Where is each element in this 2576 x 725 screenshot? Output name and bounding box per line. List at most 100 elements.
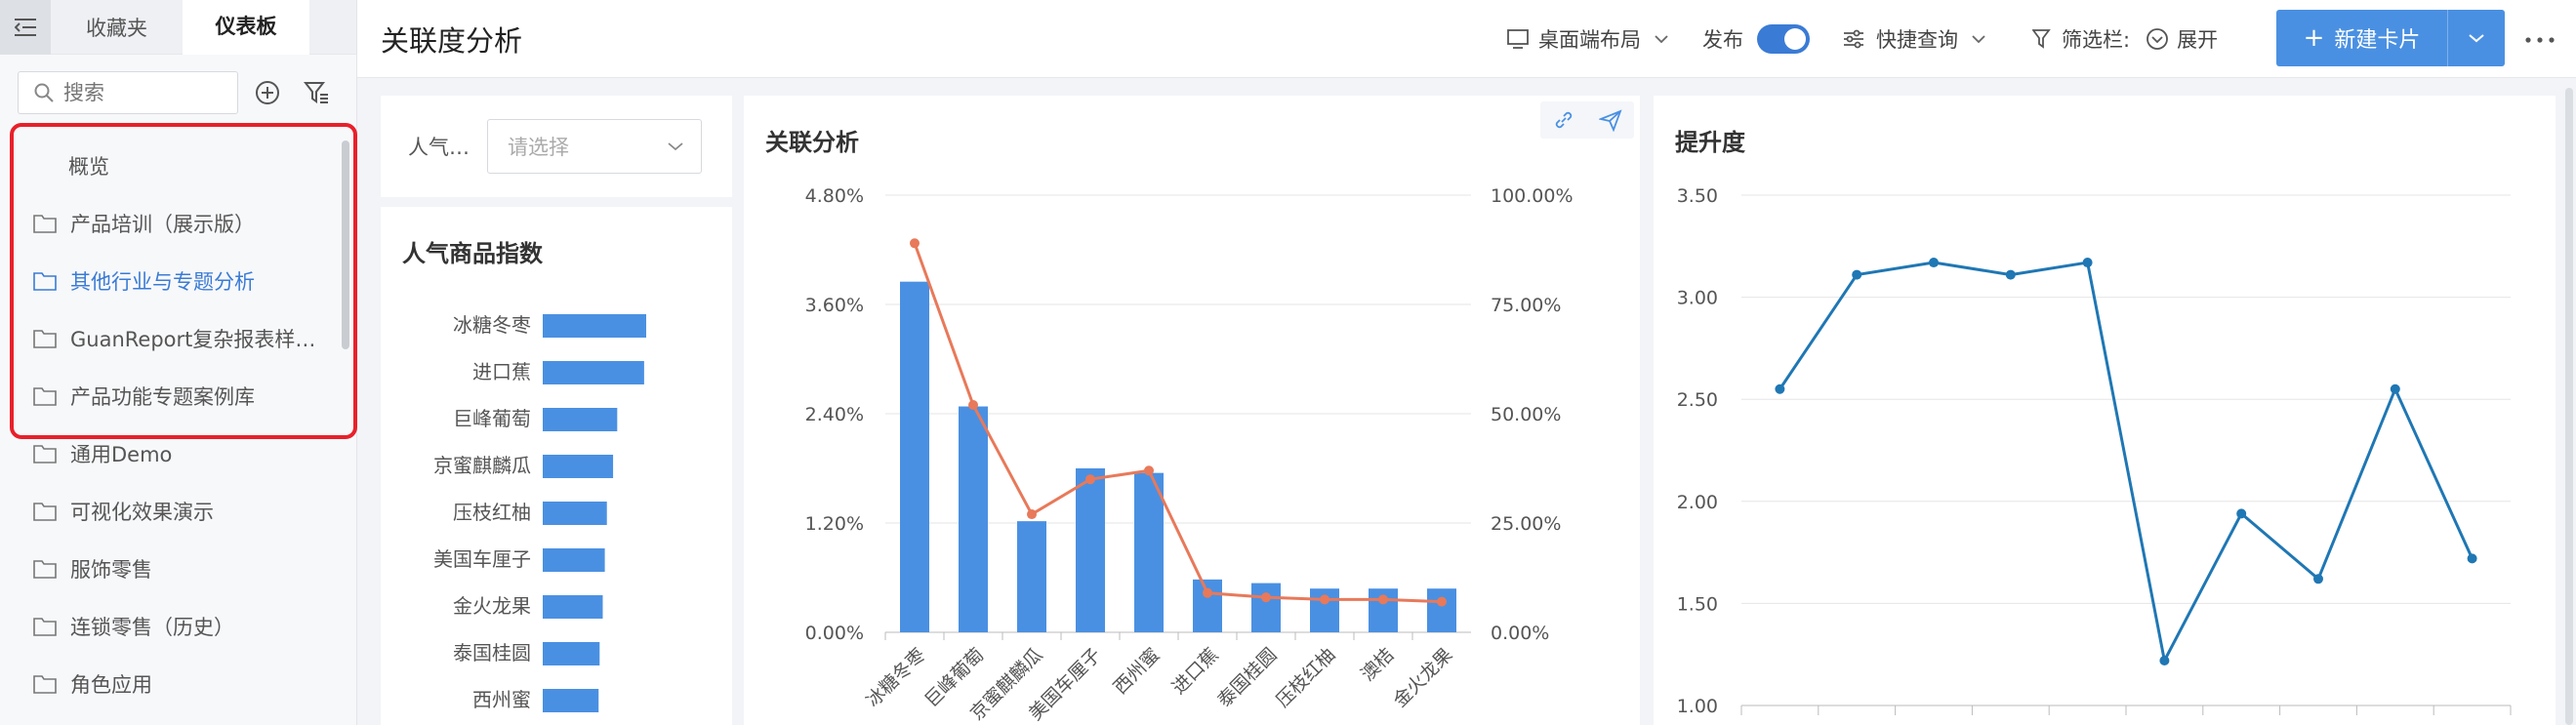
y-tick-label: 2.50 bbox=[1677, 389, 1718, 411]
new-card-button-group: + 新建卡片 bbox=[2276, 10, 2505, 66]
line-point bbox=[1027, 509, 1037, 520]
sidebar-item-label: 角色应用 bbox=[70, 672, 152, 697]
filter-icon bbox=[304, 82, 328, 103]
bar-category-label: 美国车厘子 bbox=[433, 547, 531, 571]
association-chart: 0.00% 1.20% 2.40% 3.60% 4.80% 0.00% 25.00% 50.0… bbox=[805, 185, 1574, 725]
line-point bbox=[2159, 655, 2170, 665]
line-point bbox=[2313, 574, 2323, 584]
chevron-circle-down-icon[interactable] bbox=[2146, 27, 2169, 51]
collapse-menu-button[interactable] bbox=[0, 0, 51, 55]
add-circle-icon bbox=[256, 81, 279, 104]
filter-label: 人气… bbox=[408, 136, 470, 159]
search-input[interactable] bbox=[63, 81, 220, 104]
line-point bbox=[1852, 269, 1862, 280]
x-tick-label: 冰糖冬枣 bbox=[862, 644, 929, 711]
more-options-button[interactable] bbox=[2522, 25, 2557, 55]
sidebar-item-label: 产品功能专题案例库 bbox=[70, 384, 255, 409]
search-icon bbox=[34, 83, 54, 102]
bar-category-label: 压枝红柚 bbox=[453, 501, 531, 524]
x-tick-label: 澳桔 bbox=[1357, 644, 1398, 685]
y-tick-label-right: 100.00% bbox=[1491, 185, 1574, 207]
folder-icon bbox=[33, 385, 59, 407]
line-point bbox=[1261, 592, 1271, 603]
sidebar-item-guanreport[interactable]: GuanReport复杂报表样… bbox=[0, 309, 357, 367]
tab-dashboard[interactable]: 仪表板 bbox=[183, 0, 309, 55]
tab-favorites[interactable]: 收藏夹 bbox=[51, 0, 183, 55]
sidebar-item-label: 连锁零售（历史） bbox=[70, 615, 234, 639]
new-card-button[interactable]: + 新建卡片 bbox=[2276, 10, 2448, 66]
line-point bbox=[910, 238, 920, 249]
sliders-icon bbox=[1844, 29, 1863, 48]
y-tick-label: 3.50 bbox=[1677, 185, 1718, 207]
bar bbox=[543, 642, 600, 665]
x-tick-label: 压枝红柚 bbox=[1272, 644, 1339, 711]
bar-category-label: 京蜜麒麟瓜 bbox=[433, 454, 531, 477]
line-point bbox=[968, 400, 978, 411]
line-point bbox=[2467, 553, 2477, 564]
x-tick-label: 西州蜜 bbox=[1110, 644, 1165, 699]
search-box bbox=[18, 71, 238, 114]
sidebar-item-label: 通用Demo bbox=[70, 442, 173, 466]
sidebar-item-feature-cases[interactable]: 产品功能专题案例库 bbox=[0, 367, 357, 424]
lift-card: 提升度 1.00 1.50 2.00 2.50 3.00 3.50 bbox=[1654, 96, 2556, 725]
sidebar-item-product-training[interactable]: 产品培训（展示版） bbox=[0, 194, 357, 252]
y-tick-label-left: 4.80% bbox=[805, 185, 864, 207]
page-title: 关联度分析 bbox=[381, 23, 523, 58]
page-scrollbar[interactable] bbox=[2565, 88, 2573, 725]
add-button[interactable] bbox=[248, 73, 287, 112]
folder-icon bbox=[33, 213, 59, 234]
bar bbox=[543, 595, 603, 619]
line-point bbox=[1378, 594, 1388, 605]
y-tick-label-right: 75.00% bbox=[1491, 295, 1561, 316]
y-tick-label: 2.00 bbox=[1677, 492, 1718, 513]
sidebar-tabs: 收藏夹 仪表板 bbox=[0, 0, 356, 55]
sidebar-item-industry-analysis[interactable]: 其他行业与专题分析 bbox=[0, 252, 357, 309]
sidebar-item-general-demo[interactable]: 通用Demo bbox=[0, 424, 357, 482]
series-line bbox=[1779, 261, 2474, 665]
sidebar-scrollbar[interactable] bbox=[342, 141, 349, 349]
layout-selector[interactable]: 桌面端布局 bbox=[1507, 0, 1668, 78]
bar bbox=[543, 361, 644, 384]
sidebar-item-chain-retail[interactable]: 连锁零售（历史） bbox=[0, 597, 357, 655]
new-card-dropdown-button[interactable] bbox=[2448, 10, 2505, 66]
sidebar-item-overview[interactable]: 概览 bbox=[0, 137, 357, 194]
filter-bar-label: 筛选栏: bbox=[2062, 27, 2131, 52]
filter-card: 人气… 请选择 bbox=[381, 96, 732, 197]
filter-button[interactable] bbox=[297, 73, 336, 112]
monitor-icon bbox=[1507, 28, 1529, 49]
bar bbox=[1076, 468, 1105, 632]
menu-collapse-icon bbox=[15, 18, 36, 36]
bar-category-label: 冰糖冬枣 bbox=[453, 313, 531, 337]
chevron-down-icon bbox=[1972, 34, 1985, 43]
folder-icon bbox=[33, 501, 59, 522]
bar bbox=[543, 502, 607, 525]
sidebar-item-label: 概览 bbox=[68, 154, 109, 179]
y-tick-label-left: 2.40% bbox=[805, 404, 864, 425]
bar bbox=[900, 281, 929, 632]
bar bbox=[959, 406, 988, 632]
bar-category-label: 巨峰葡萄 bbox=[453, 407, 531, 430]
expand-link[interactable]: 展开 bbox=[2177, 24, 2218, 54]
sidebar-item-role-apps[interactable]: 角色应用 bbox=[0, 655, 357, 712]
line-point bbox=[1437, 596, 1447, 607]
filter-select[interactable]: 请选择 bbox=[487, 119, 702, 174]
top-bar: 关联度分析 桌面端布局 发布 快捷查询 筛选栏: 展开 + 新建卡片 bbox=[357, 0, 2576, 78]
bar-category-label: 进口蕉 bbox=[472, 360, 531, 383]
bar bbox=[1251, 583, 1281, 632]
line-point bbox=[2390, 383, 2400, 394]
bar bbox=[543, 455, 614, 478]
filter-select-placeholder: 请选择 bbox=[508, 136, 569, 159]
chevron-down-icon bbox=[2469, 34, 2484, 43]
folder-list: 概览 产品培训（展示版） 其他行业与专题分析 GuanReport复杂报表样… … bbox=[0, 137, 357, 712]
bar-category-label: 西州蜜 bbox=[472, 688, 531, 711]
sidebar-item-label: 产品培训（展示版） bbox=[70, 212, 255, 236]
line-point bbox=[2005, 269, 2016, 280]
sidebar-item-apparel-retail[interactable]: 服饰零售 bbox=[0, 540, 357, 597]
publish-toggle[interactable] bbox=[1757, 23, 1810, 54]
publish-toggle-group: 发布 bbox=[1702, 0, 1810, 78]
y-tick-label-right: 25.00% bbox=[1491, 513, 1561, 535]
sidebar-item-visual-demo[interactable]: 可视化效果演示 bbox=[0, 482, 357, 540]
bar bbox=[1017, 521, 1046, 632]
x-tick-label: 泰国桂圆 bbox=[1213, 644, 1281, 711]
quick-query-menu[interactable]: 快捷查询 bbox=[1843, 0, 1985, 78]
